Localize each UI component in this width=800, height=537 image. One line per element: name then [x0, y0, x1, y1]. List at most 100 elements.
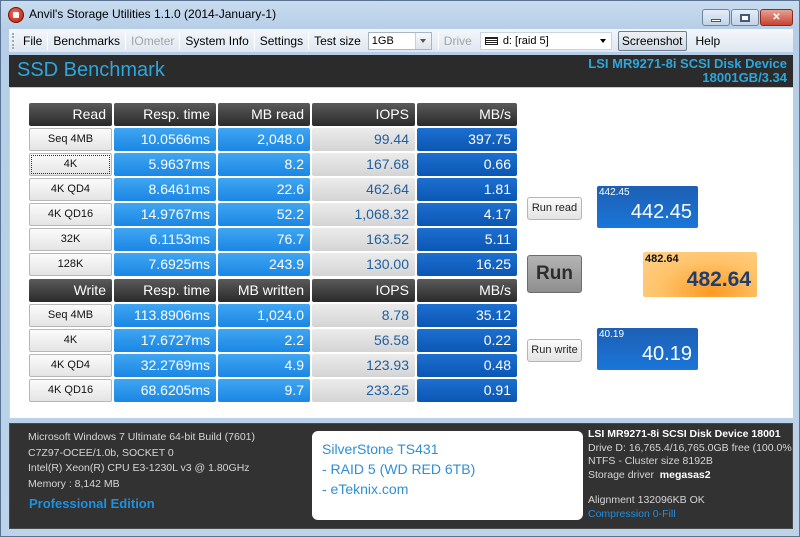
resp-time-value: 8.6461ms: [114, 178, 216, 201]
table-row: 32K 6.1153ms 76.7 163.52 5.11: [29, 228, 519, 251]
read-score: 442.45: [630, 201, 692, 223]
write-score-panel: 40.19 40.19: [597, 328, 698, 370]
write-4k-qd16-button[interactable]: 4K QD16: [29, 379, 112, 402]
device-info: LSI MR9271-8i SCSI Disk Device 18001GB/3…: [588, 57, 787, 85]
maximize-button[interactable]: [731, 9, 759, 26]
motherboard-info: C7Z97-OCEE/1.0b, SOCKET 0: [28, 446, 174, 459]
menu-help[interactable]: Help: [691, 31, 726, 51]
run-read-button[interactable]: Run read: [527, 197, 582, 220]
page-title: SSD Benchmark: [17, 59, 165, 81]
mbs-value: 35.12: [417, 304, 517, 327]
resp-time-value: 32.2769ms: [114, 354, 216, 377]
test-size-label: Test size: [314, 33, 361, 48]
title-bar: Anvil's Storage Utilities 1.1.0 (2014-Ja…: [1, 1, 800, 27]
table-row: 4K 5.9637ms 8.2 167.68 0.66: [29, 153, 519, 176]
close-icon: ✕: [772, 12, 781, 23]
drive-select[interactable]: d: [raid 5]: [479, 31, 612, 50]
note-line: - RAID 5 (WD RED 6TB): [322, 461, 476, 477]
menu-system-info[interactable]: System Info: [180, 31, 253, 51]
storage-driver-value: megasas2: [659, 468, 711, 481]
note-line: SilverStone TS431: [322, 441, 439, 457]
table-row: 128K 7.6925ms 243.9 130.00 16.25: [29, 253, 519, 276]
device-name: LSI MR9271-8i SCSI Disk Device: [588, 56, 787, 71]
write-header-label: Write: [29, 279, 112, 302]
write-seq4mb-button[interactable]: Seq 4MB: [29, 304, 112, 327]
table-row: Seq 4MB 10.0566ms 2,048.0 99.44 397.75: [29, 128, 519, 151]
run-button[interactable]: Run: [527, 255, 582, 293]
read-4k-qd16-button[interactable]: 4K QD16: [29, 203, 112, 226]
benchmark-panel: Read Resp. time MB read IOPS MB/s Seq 4M…: [9, 88, 793, 418]
total-score-small: 482.64: [645, 253, 679, 265]
alignment-info: Alignment 132096KB OK: [588, 494, 705, 506]
table-row: 4K QD16 68.6205ms 9.7 233.25 0.91: [29, 379, 519, 402]
iops-value: 1,068.32: [312, 203, 415, 226]
menu-settings[interactable]: Settings: [255, 31, 308, 51]
write-4k-qd4-button[interactable]: 4K QD4: [29, 354, 112, 377]
resp-time-value: 5.9637ms: [114, 153, 216, 176]
menu-benchmarks[interactable]: Benchmarks: [48, 31, 125, 51]
mbs-value: 397.75: [417, 128, 517, 151]
read-header-iops: IOPS: [312, 103, 415, 126]
test-size-select[interactable]: 1GB: [367, 31, 432, 50]
mbs-value: 0.66: [417, 153, 517, 176]
write-4k-button[interactable]: 4K: [29, 329, 112, 352]
table-row: Seq 4MB 113.8906ms 1,024.0 8.78 35.12: [29, 304, 519, 327]
write-header-row: Write Resp. time MB written IOPS MB/s: [29, 279, 519, 302]
read-32k-button[interactable]: 32K: [29, 228, 112, 251]
iops-value: 123.93: [312, 354, 415, 377]
read-header-label: Read: [29, 103, 112, 126]
memory-info: Memory : 8,142 MB: [28, 477, 120, 490]
iops-value: 99.44: [312, 128, 415, 151]
compression-link[interactable]: Compression 0-Fill: [588, 508, 792, 522]
read-score-small: 442.45: [599, 187, 630, 198]
test-size-value: 1GB: [371, 34, 394, 47]
resp-time-value: 113.8906ms: [114, 304, 216, 327]
write-header-iops: IOPS: [312, 279, 415, 302]
iops-value: 56.58: [312, 329, 415, 352]
read-4k-button[interactable]: 4K: [29, 153, 112, 176]
resp-time-value: 6.1153ms: [114, 228, 216, 251]
iops-value: 233.25: [312, 379, 415, 402]
notes-textbox[interactable]: SilverStone TS431 - RAID 5 (WD RED 6TB) …: [312, 431, 583, 520]
disk-free: Drive D: 16,765.4/16,765.0GB free (100.0…: [588, 441, 792, 454]
read-seq4mb-button[interactable]: Seq 4MB: [29, 128, 112, 151]
mb-value: 52.2: [218, 203, 310, 226]
drive-dropdown-button[interactable]: [594, 32, 611, 49]
mb-value: 8.2: [218, 153, 310, 176]
mbs-value: 5.11: [417, 228, 517, 251]
menu-file[interactable]: File: [18, 31, 47, 51]
menu-bar: File Benchmarks IOmeter System Info Sett…: [9, 29, 793, 52]
test-size-dropdown-button[interactable]: [414, 32, 431, 49]
table-row: 4K QD4 8.6461ms 22.6 462.64 1.81: [29, 178, 519, 201]
mb-value: 76.7: [218, 228, 310, 251]
run-write-button[interactable]: Run write: [527, 339, 582, 362]
read-4k-qd4-button[interactable]: 4K QD4: [29, 178, 112, 201]
mb-value: 9.7: [218, 379, 310, 402]
read-score-panel: 442.45 442.45: [597, 186, 698, 228]
os-info: Microsoft Windows 7 Ultimate 64-bit Buil…: [28, 431, 256, 443]
resp-time-value: 7.6925ms: [114, 253, 216, 276]
close-button[interactable]: ✕: [760, 9, 793, 26]
mbs-value: 4.17: [417, 203, 517, 226]
table-row: 4K QD16 14.9767ms 52.2 1,068.32 4.17: [29, 203, 519, 226]
write-header-mbs: MB/s: [417, 279, 517, 302]
read-header-row: Read Resp. time MB read IOPS MB/s: [29, 103, 519, 126]
mb-value: 243.9: [218, 253, 310, 276]
info-footer: Microsoft Windows 7 Ultimate 64-bit Buil…: [9, 423, 793, 529]
disk-info: LSI MR9271-8i SCSI Disk Device 18001 Dri…: [588, 428, 792, 521]
read-table: Read Resp. time MB read IOPS MB/s Seq 4M…: [29, 103, 519, 278]
app-window: Anvil's Storage Utilities 1.1.0 (2014-Ja…: [0, 0, 800, 537]
resp-time-value: 68.6205ms: [114, 379, 216, 402]
read-128k-button[interactable]: 128K: [29, 253, 112, 276]
total-score: 482.64: [686, 268, 751, 291]
screenshot-button[interactable]: Screenshot: [617, 30, 687, 51]
menu-iometer[interactable]: IOmeter: [126, 31, 179, 51]
iops-value: 130.00: [312, 253, 415, 276]
minimize-button[interactable]: [702, 9, 730, 26]
device-capacity: 18001GB/3.34: [702, 70, 787, 85]
mb-value: 22.6: [218, 178, 310, 201]
storage-driver-label: Storage driver: [588, 468, 654, 481]
system-info: Microsoft Windows 7 Ultimate 64-bit Buil…: [28, 430, 255, 492]
chevron-down-icon: [599, 38, 606, 43]
mb-value: 2,048.0: [218, 128, 310, 151]
